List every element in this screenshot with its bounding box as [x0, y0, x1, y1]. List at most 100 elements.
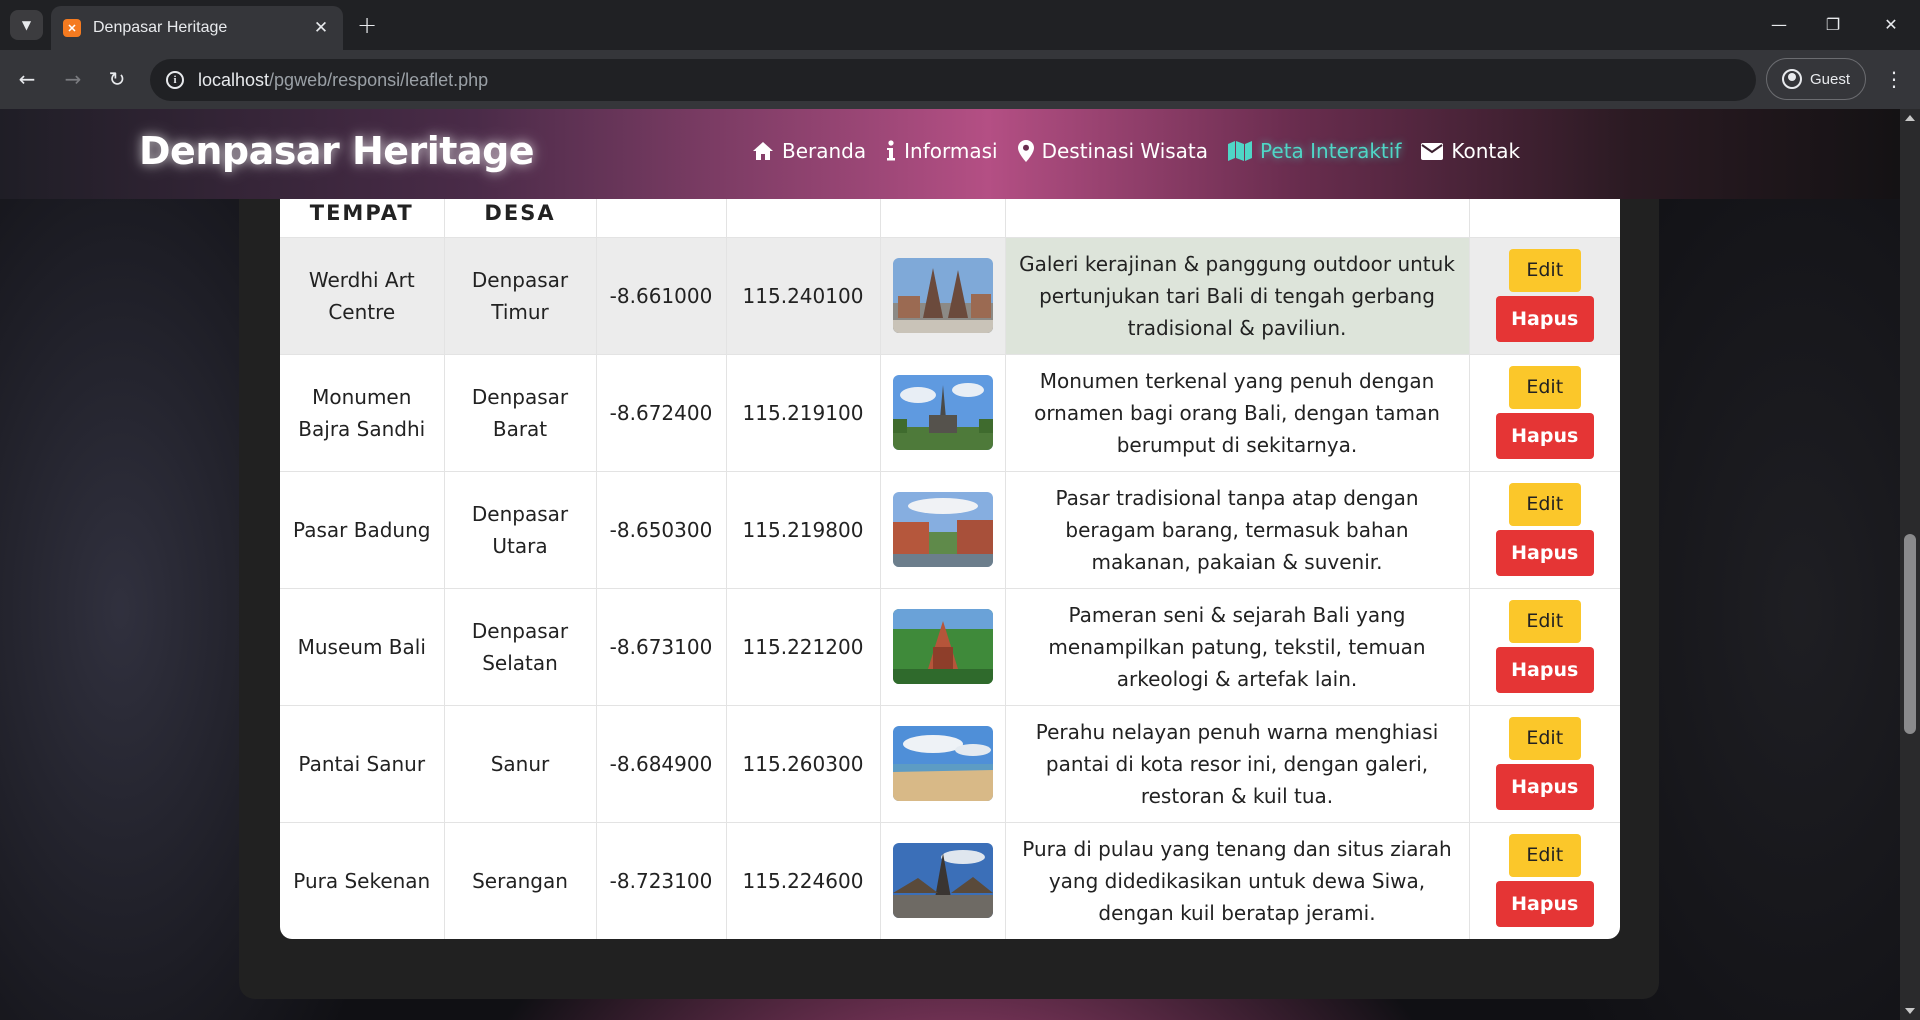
browser-menu-icon[interactable]: ⋮ — [1882, 62, 1906, 96]
reload-button[interactable]: ↻ — [100, 62, 134, 96]
url-host: localhost — [198, 69, 270, 90]
cell-tempat: Pura Sekenan — [280, 822, 445, 939]
cell-desa: Denpasar Barat — [444, 354, 597, 472]
new-tab-button[interactable]: + — [352, 10, 382, 40]
delete-button[interactable]: Hapus — [1495, 530, 1594, 576]
museum-photo — [892, 609, 993, 684]
col-header-tempat: TEMPAT — [280, 199, 445, 238]
nav-label: Kontak — [1451, 139, 1521, 163]
nav-beranda[interactable]: Beranda — [752, 139, 866, 163]
nav-destinasi-wisata[interactable]: Destinasi Wisata — [1017, 139, 1208, 163]
nav-peta-interaktif[interactable]: Peta Interaktif — [1228, 139, 1401, 163]
market-photo — [892, 492, 993, 567]
envelope-icon — [1421, 140, 1444, 162]
cell-lat: -8.673100 — [596, 588, 727, 706]
edit-button[interactable]: Edit — [1508, 249, 1581, 292]
table-row: Werdhi Art Centre Denpasar Timur -8.6610… — [280, 237, 1620, 355]
delete-button[interactable]: Hapus — [1495, 413, 1594, 459]
cell-description: Pura di pulau yang tenang dan situs ziar… — [1005, 822, 1470, 939]
cell-tempat: Pantai Sanur — [280, 705, 445, 823]
forward-button[interactable]: → — [56, 62, 90, 96]
site-navbar: Denpasar Heritage Beranda Informasi Dest… — [0, 109, 1900, 199]
cell-desa: Denpasar Utara — [444, 471, 597, 589]
cell-actions: Edit Hapus — [1469, 705, 1620, 823]
restore-button[interactable]: ❐ — [1806, 8, 1860, 40]
beach-photo — [892, 726, 993, 801]
close-window-button[interactable]: ✕ — [1864, 8, 1918, 40]
address-bar[interactable]: i localhost/pgweb/responsi/leaflet.php — [150, 59, 1756, 101]
cell-lat: -8.650300 — [596, 471, 727, 589]
cell-photo — [880, 822, 1006, 939]
cell-tempat: Werdhi Art Centre — [280, 237, 445, 355]
cell-desa: Sanur — [444, 705, 597, 823]
cell-lng: 115.260300 — [726, 705, 881, 823]
scroll-down-icon[interactable] — [1905, 1008, 1915, 1014]
delete-button[interactable]: Hapus — [1495, 764, 1594, 810]
edit-button[interactable]: Edit — [1508, 483, 1581, 526]
temple-photo — [892, 843, 993, 918]
cell-desa: Denpasar Timur — [444, 237, 597, 355]
table-row: Museum Bali Denpasar Selatan -8.673100 1… — [280, 588, 1620, 706]
cell-photo — [880, 471, 1006, 589]
cell-photo — [880, 588, 1006, 706]
site-info-icon[interactable]: i — [166, 71, 184, 89]
cell-lng: 115.221200 — [726, 588, 881, 706]
scroll-up-icon[interactable] — [1905, 115, 1915, 121]
delete-button[interactable]: Hapus — [1495, 296, 1594, 342]
profile-button[interactable]: Guest — [1766, 58, 1866, 100]
xampp-favicon-icon: ✕ — [63, 19, 81, 37]
temple-gate-photo — [892, 258, 993, 333]
site-brand[interactable]: Denpasar Heritage — [139, 129, 535, 173]
site-menu: Beranda Informasi Destinasi Wisata Peta … — [752, 139, 1520, 163]
back-button[interactable]: ← — [10, 62, 44, 96]
cell-tempat: Monumen Bajra Sandhi — [280, 354, 445, 472]
cell-lng: 115.219100 — [726, 354, 881, 472]
edit-button[interactable]: Edit — [1508, 600, 1581, 643]
cell-desa: Serangan — [444, 822, 597, 939]
cell-actions: Edit Hapus — [1469, 588, 1620, 706]
cell-description: Pameran seni & sejarah Bali yang menampi… — [1005, 588, 1470, 706]
nav-label: Informasi — [904, 139, 998, 163]
edit-button[interactable]: Edit — [1508, 717, 1581, 760]
edit-button[interactable]: Edit — [1508, 834, 1581, 877]
destination-table-card: TEMPAT DESA Werdhi Art Centre Denpasar T… — [280, 199, 1620, 939]
edit-button[interactable]: Edit — [1508, 366, 1581, 409]
monument-photo — [892, 375, 993, 450]
page-viewport: TEMPAT DESA Werdhi Art Centre Denpasar T… — [0, 109, 1920, 1020]
tab-close-icon[interactable]: ✕ — [311, 18, 331, 38]
page-scrollbar[interactable] — [1900, 109, 1920, 1020]
cell-actions: Edit Hapus — [1469, 822, 1620, 939]
col-header-desa: DESA — [444, 199, 597, 238]
browser-tab[interactable]: ✕ Denpasar Heritage ✕ — [51, 6, 343, 50]
table-header-row: TEMPAT DESA — [280, 199, 1620, 238]
profile-icon — [1781, 69, 1802, 89]
cell-description: Pasar tradisional tanpa atap dengan bera… — [1005, 471, 1470, 589]
scrollbar-thumb[interactable] — [1904, 534, 1916, 734]
tab-search-button[interactable]: ▼ — [10, 10, 43, 40]
nav-informasi[interactable]: Informasi — [886, 139, 998, 163]
tab-title: Denpasar Heritage — [93, 19, 228, 36]
cell-lat: -8.672400 — [596, 354, 727, 472]
browser-tab-bar: ▼ ✕ Denpasar Heritage ✕ + — ❐ ✕ — [0, 0, 1920, 50]
nav-label: Peta Interaktif — [1260, 139, 1402, 163]
cell-desa: Denpasar Selatan — [444, 588, 597, 706]
table-row: Monumen Bajra Sandhi Denpasar Barat -8.6… — [280, 354, 1620, 472]
cell-description: Galeri kerajinan & panggung outdoor untu… — [1005, 237, 1470, 355]
cell-photo — [880, 354, 1006, 472]
info-icon — [886, 140, 896, 162]
delete-button[interactable]: Hapus — [1495, 647, 1594, 693]
table-row: Pantai Sanur Sanur -8.684900 115.260300 … — [280, 705, 1620, 823]
minimize-button[interactable]: — — [1752, 8, 1806, 40]
col-header-lng — [726, 199, 881, 238]
destination-table: TEMPAT DESA Werdhi Art Centre Denpasar T… — [280, 199, 1620, 939]
col-header-action — [1469, 199, 1620, 238]
col-header-photo — [880, 199, 1006, 238]
cell-photo — [880, 705, 1006, 823]
cell-actions: Edit Hapus — [1469, 237, 1620, 355]
nav-kontak[interactable]: Kontak — [1421, 139, 1520, 163]
cell-lat: -8.661000 — [596, 237, 727, 355]
delete-button[interactable]: Hapus — [1495, 881, 1594, 927]
col-header-lat — [596, 199, 727, 238]
cell-description: Perahu nelayan penuh warna menghiasi pan… — [1005, 705, 1470, 823]
cell-photo — [880, 237, 1006, 355]
